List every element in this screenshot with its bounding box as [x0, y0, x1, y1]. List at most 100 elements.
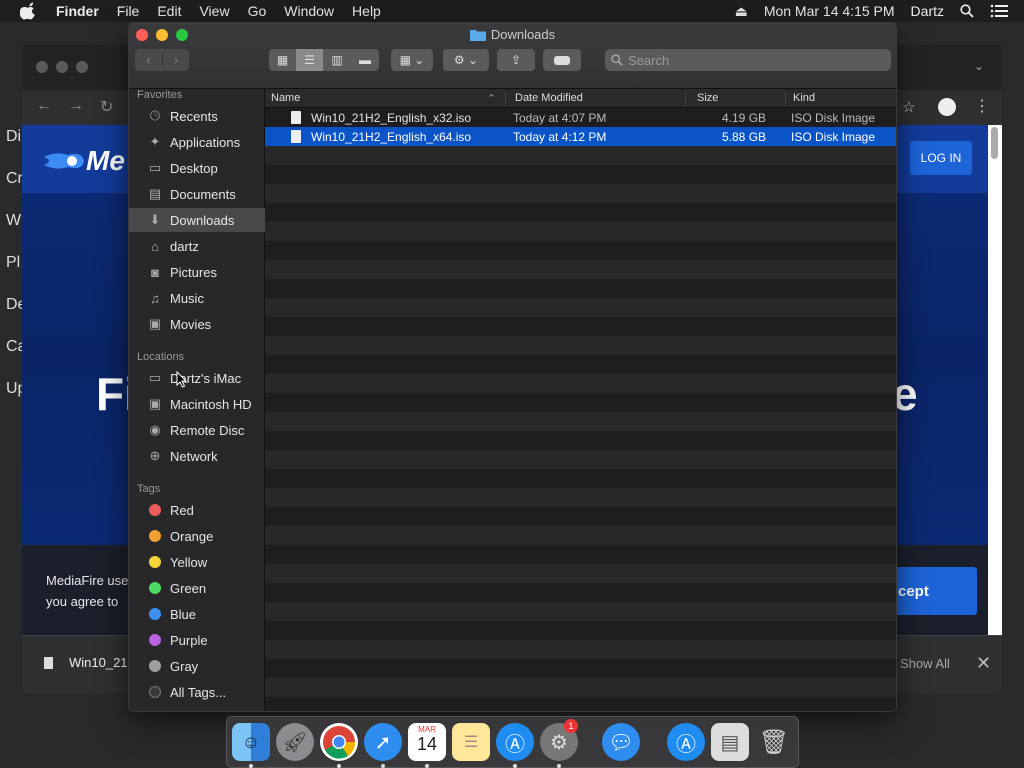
sidebar-header-locations: Locations [137, 351, 185, 363]
notes-dock-icon[interactable]: ☰ [452, 723, 490, 761]
column-view-icon[interactable]: ▥ [323, 49, 351, 71]
menu-help[interactable]: Help [352, 3, 381, 19]
column-kind[interactable]: Kind [793, 92, 815, 104]
globe-icon: ⊕ [149, 448, 161, 463]
sidebar-tag-red[interactable]: Red [129, 498, 265, 522]
spotlight-icon[interactable] [960, 4, 974, 18]
sidebar-item-applications[interactable]: ✦ Applications [129, 130, 265, 154]
column-size[interactable]: Size [697, 92, 718, 104]
view-mode-buttons[interactable]: ▦ ☰ ▥ ▬ [269, 49, 379, 71]
sidebar-item-label: Network [170, 448, 218, 464]
profile-avatar-icon[interactable] [938, 98, 956, 116]
sidebar-item-label: dartz [170, 238, 199, 254]
share-button[interactable]: ⇪ [497, 49, 535, 71]
tag-dot-icon [149, 530, 161, 542]
documents-icon: ▤ [148, 186, 162, 201]
close-download-bar-icon[interactable]: ✕ [976, 653, 991, 674]
login-button[interactable]: LOG IN [910, 141, 972, 175]
sidebar-item-music[interactable]: ♫ Music [129, 286, 265, 310]
sidebar-item-downloads[interactable]: ⬇ Downloads [129, 208, 265, 232]
sidebar-tag-green[interactable]: Green [129, 576, 265, 600]
browser-close-button[interactable] [36, 61, 48, 73]
chevron-down-icon[interactable]: ⌄ [974, 59, 984, 73]
reload-icon[interactable]: ↻ [100, 97, 113, 117]
menubar-clock[interactable]: Mon Mar 14 4:15 PM [764, 3, 895, 19]
tag-dot-icon [149, 660, 161, 672]
sidebar-item-recents[interactable]: 🕒︎ Recents [129, 104, 265, 128]
sidebar-item-movies[interactable]: ▣ Movies [129, 312, 265, 336]
column-date-modified[interactable]: Date Modified [515, 92, 583, 104]
file-row[interactable]: Win10_21H2_English_x32.iso Today at 4:07… [265, 108, 896, 127]
browser-zoom-button[interactable] [76, 61, 88, 73]
safari-dock-icon[interactable]: ➚ [364, 723, 402, 761]
mediafire-logo[interactable]: Me [42, 145, 125, 177]
sidebar-item-label: Movies [170, 316, 212, 332]
sidebar-item-label: Purple [170, 632, 208, 648]
menubar-user[interactable]: Dartz [911, 3, 944, 19]
finder-dock-icon[interactable]: ☺ [232, 723, 270, 761]
tags-button[interactable] [543, 49, 581, 71]
eject-icon[interactable]: ⏏ [735, 3, 748, 20]
icon-view-icon[interactable]: ▦ [269, 49, 296, 71]
control-list-icon[interactable] [990, 4, 1008, 18]
menu-view[interactable]: View [199, 3, 229, 19]
download-item[interactable]: Win10_21 [44, 655, 128, 670]
browser-scrollbar[interactable] [988, 125, 1002, 635]
browser-minimize-button[interactable] [56, 61, 68, 73]
sidebar-tag-gray[interactable]: Gray [129, 654, 265, 678]
sidebar-item-imac[interactable]: ▭ Dartz's iMac [129, 366, 265, 390]
more-menu-icon[interactable]: ⋮ [974, 96, 990, 116]
documents-stack-dock-icon[interactable]: ▤ [711, 723, 749, 761]
sidebar-item-home[interactable]: ⌂ dartz [129, 234, 265, 258]
dock: ☺ 🚀︎ ➚ MAR 14 ☰ Ⓐ ⚙ 1 💬︎ Ⓐ ▤ 🗑︎ [226, 716, 799, 768]
chrome-dock-icon[interactable] [320, 723, 358, 761]
list-view-icon[interactable]: ☰ [296, 49, 323, 71]
trash-dock-icon[interactable]: 🗑︎ [755, 723, 793, 761]
sidebar-tag-orange[interactable]: Orange [129, 524, 265, 548]
sidebar-item-macintosh-hd[interactable]: ▣ Macintosh HD [129, 392, 265, 416]
gallery-view-icon[interactable]: ▬ [351, 49, 379, 71]
sidebar-tag-purple[interactable]: Purple [129, 628, 265, 652]
back-arrow-icon[interactable]: ← [36, 97, 52, 115]
menu-go[interactable]: Go [248, 3, 267, 19]
forward-chevron-icon[interactable]: › [162, 53, 189, 67]
menu-file[interactable]: File [117, 3, 140, 19]
file-date: Today at 4:12 PM [513, 130, 607, 144]
sidebar-item-label: Orange [170, 528, 214, 544]
menu-edit[interactable]: Edit [157, 3, 181, 19]
sidebar-item-pictures[interactable]: ◙ Pictures [129, 260, 265, 284]
sidebar-item-documents[interactable]: ▤ Documents [129, 182, 265, 206]
sidebar-item-label: Macintosh HD [170, 396, 252, 412]
back-chevron-icon[interactable]: ‹ [135, 53, 162, 67]
app-store-dock-icon[interactable]: Ⓐ [496, 723, 534, 761]
file-row-selected[interactable]: Win10_21H2_English_x64.iso Today at 4:12… [265, 127, 896, 146]
sidebar-tag-yellow[interactable]: Yellow [129, 550, 265, 574]
sort-chevron-icon[interactable]: ⌃ [487, 92, 496, 105]
sidebar-all-tags[interactable]: All Tags... [129, 680, 265, 704]
browser-scrollbar-thumb[interactable] [991, 127, 998, 159]
menu-window[interactable]: Window [284, 3, 334, 19]
column-name[interactable]: Name [271, 92, 300, 104]
sidebar-item-desktop[interactable]: ▭ Desktop [129, 156, 265, 180]
accept-cookies-button[interactable]: cept [884, 567, 977, 615]
back-forward-buttons[interactable]: ‹ › [135, 49, 189, 71]
menu-bar: Finder File Edit View Go Window Help ⏏ M… [0, 0, 1024, 22]
apple-icon[interactable] [20, 2, 38, 20]
sidebar-item-network[interactable]: ⊕ Network [129, 444, 265, 468]
sidebar-item-remote-disc[interactable]: ◉ Remote Disc [129, 418, 265, 442]
home-icon: ⌂ [151, 238, 159, 254]
action-button[interactable]: ⚙ ⌄ [443, 49, 489, 71]
star-icon[interactable]: ☆ [902, 98, 915, 116]
downloads-icon: ⬇ [149, 212, 161, 227]
forward-arrow-icon[interactable]: → [68, 97, 84, 115]
show-all-downloads-link[interactable]: Show All [900, 656, 950, 671]
search-input[interactable]: Search [605, 49, 891, 71]
calendar-dock-icon[interactable]: MAR 14 [408, 723, 446, 761]
messages-dock-icon[interactable]: 💬︎ [602, 723, 640, 761]
sidebar-tag-blue[interactable]: Blue [129, 602, 265, 626]
group-by-button[interactable]: ▦ ⌄ [391, 49, 433, 71]
launchpad-dock-icon[interactable]: 🚀︎ [276, 723, 314, 761]
column-header: Name ⌃ Date Modified Size Kind [265, 89, 896, 108]
menu-app-finder[interactable]: Finder [56, 3, 99, 19]
downloads-stack-dock-icon[interactable]: Ⓐ [667, 723, 705, 761]
